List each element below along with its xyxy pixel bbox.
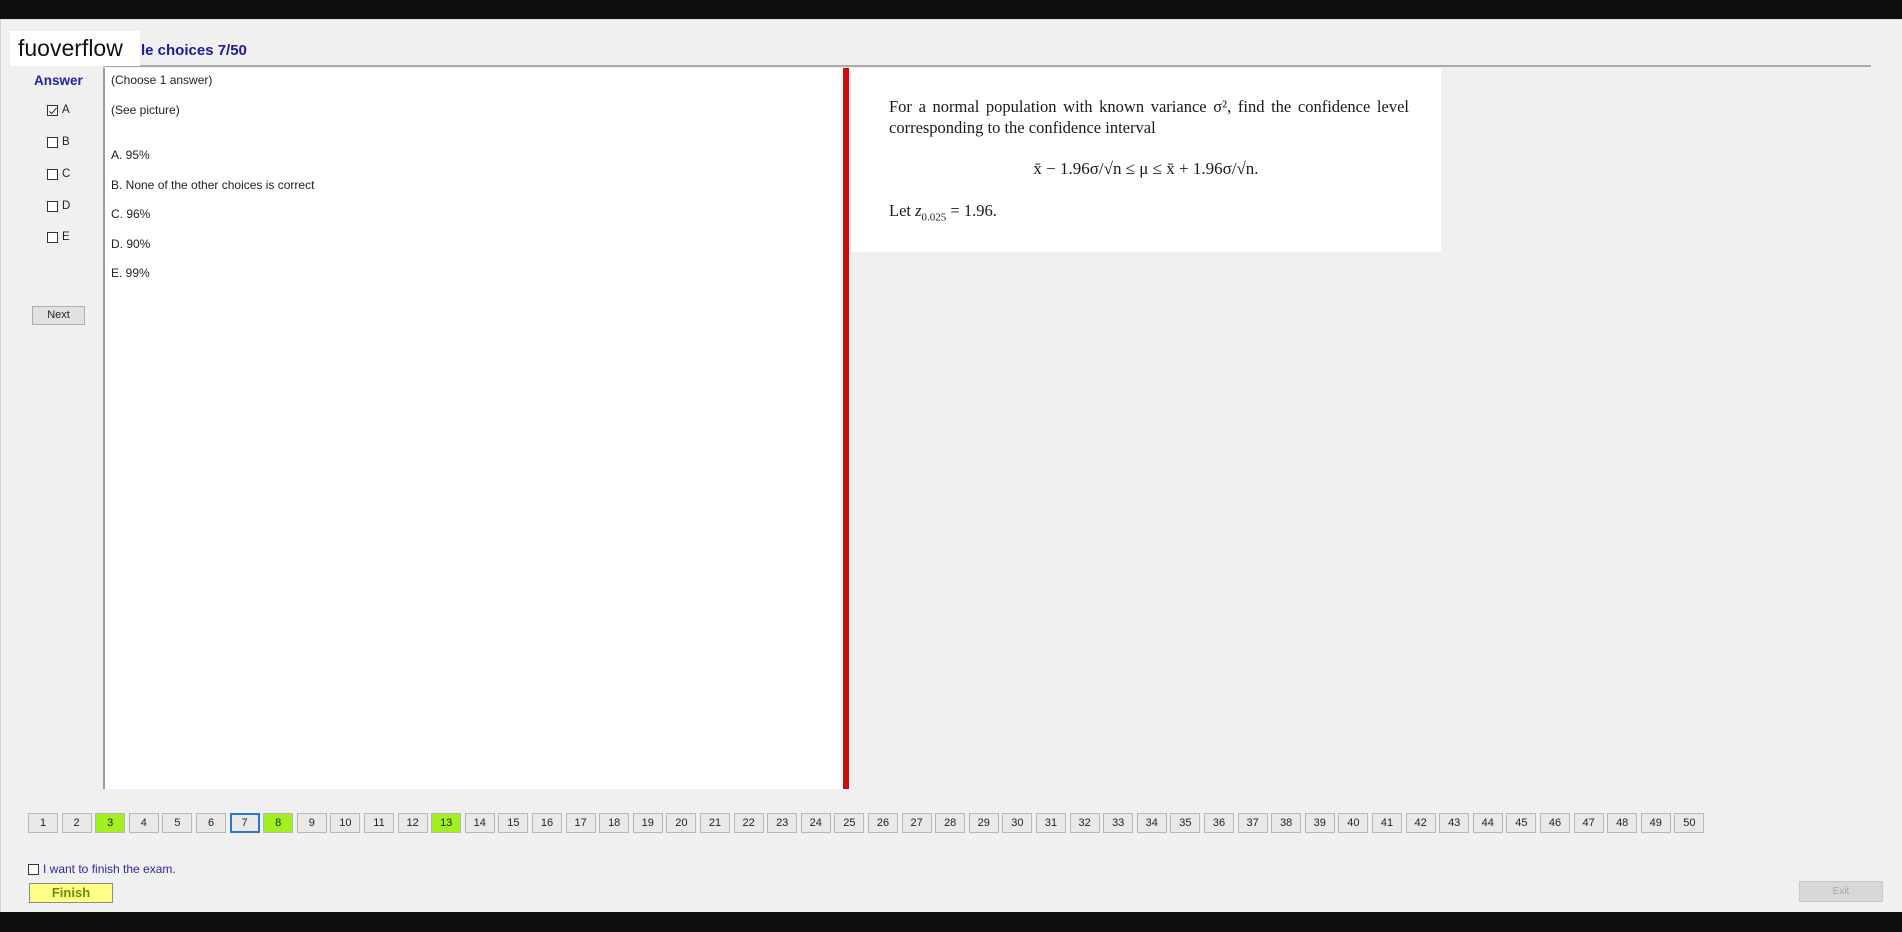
question-nav-button[interactable]: 50 bbox=[1674, 813, 1705, 833]
question-nav-button[interactable]: 36 bbox=[1204, 813, 1234, 833]
answer-option-e[interactable]: E bbox=[47, 229, 70, 245]
question-nav-button[interactable]: 24 bbox=[800, 813, 831, 833]
question-nav-button[interactable]: 21 bbox=[700, 813, 730, 833]
finish-checkbox-label: I want to finish the exam. bbox=[43, 862, 176, 876]
finish-checkbox-box[interactable] bbox=[28, 863, 39, 875]
checkbox-a[interactable] bbox=[47, 104, 58, 116]
question-nav-button[interactable]: 26 bbox=[868, 813, 898, 833]
question-nav-button[interactable]: 48 bbox=[1607, 813, 1638, 833]
question-nav-button[interactable]: 23 bbox=[767, 813, 798, 833]
question-nav-button[interactable]: 10 bbox=[330, 813, 361, 833]
answer-title: Answer bbox=[34, 73, 83, 88]
question-panel: (Choose 1 answer) (See picture) A. 95% B… bbox=[103, 68, 843, 789]
choice-d: D. 90% bbox=[111, 237, 151, 251]
next-button[interactable]: Next bbox=[32, 306, 85, 325]
finish-button[interactable]: Finish bbox=[29, 883, 113, 903]
question-nav-button[interactable]: 27 bbox=[901, 813, 932, 833]
picture-let-statement: Let z0.025 = 1.96. bbox=[889, 201, 997, 223]
panel-divider[interactable] bbox=[843, 68, 849, 789]
question-nav-button[interactable]: 5 bbox=[162, 813, 193, 833]
window-top-border bbox=[1, 19, 1902, 20]
question-nav-button[interactable]: 16 bbox=[532, 813, 562, 833]
question-nav-button[interactable]: 14 bbox=[464, 813, 495, 833]
question-nav-button[interactable]: 39 bbox=[1304, 813, 1335, 833]
question-picture: For a normal population with known varia… bbox=[851, 68, 1441, 252]
question-nav-button[interactable]: 28 bbox=[935, 813, 966, 833]
question-nav-button[interactable]: 18 bbox=[599, 813, 630, 833]
let-value: = 1.96. bbox=[946, 201, 997, 220]
checkbox-e[interactable] bbox=[47, 231, 58, 243]
question-nav-button[interactable]: 30 bbox=[1002, 813, 1033, 833]
answer-option-d[interactable]: D bbox=[47, 198, 70, 214]
question-nav-button[interactable]: 22 bbox=[733, 813, 764, 833]
question-nav-button[interactable]: 1 bbox=[28, 813, 58, 833]
finish-exam-checkbox[interactable]: I want to finish the exam. bbox=[28, 862, 176, 876]
question-nav-button[interactable]: 20 bbox=[666, 813, 697, 833]
let-subscript: 0.025 bbox=[921, 211, 947, 224]
checkbox-b[interactable] bbox=[47, 136, 58, 148]
choice-a: A. 95% bbox=[111, 148, 150, 162]
question-nav-button[interactable]: 15 bbox=[498, 813, 529, 833]
question-nav-button[interactable]: 19 bbox=[632, 813, 663, 833]
question-nav-button[interactable]: 45 bbox=[1506, 813, 1537, 833]
answer-option-label: E bbox=[62, 231, 70, 243]
exam-window: fuoverflow le choices 7/50 Answer A B C … bbox=[0, 19, 1902, 912]
let-prefix: Let bbox=[889, 201, 911, 220]
question-nav-button[interactable]: 33 bbox=[1103, 813, 1134, 833]
question-nav-button[interactable]: 44 bbox=[1472, 813, 1503, 833]
answer-option-label: D bbox=[62, 200, 71, 212]
question-nav-button[interactable]: 46 bbox=[1540, 813, 1570, 833]
checkbox-c[interactable] bbox=[47, 168, 58, 180]
checkbox-d[interactable] bbox=[47, 200, 58, 212]
question-nav-button[interactable]: 3 bbox=[95, 813, 126, 833]
answer-column: Answer A B C D E Next bbox=[31, 70, 101, 800]
question-nav-button[interactable]: 11 bbox=[364, 813, 394, 833]
choice-c: C. 96% bbox=[111, 207, 151, 221]
question-nav-button[interactable]: 34 bbox=[1136, 813, 1167, 833]
answer-option-c[interactable]: C bbox=[47, 166, 70, 182]
question-nav-button[interactable]: 47 bbox=[1573, 813, 1604, 833]
answer-option-a[interactable]: A bbox=[47, 102, 70, 118]
question-instruction: (Choose 1 answer) bbox=[111, 73, 213, 87]
question-nav-button[interactable]: 2 bbox=[61, 813, 92, 833]
picture-formula: x̄ − 1.96σ/√n ≤ μ ≤ x̄ + 1.96σ/√n. bbox=[1033, 159, 1259, 178]
question-nav-button[interactable]: 7 bbox=[229, 813, 260, 833]
exit-button[interactable]: Exit bbox=[1799, 881, 1883, 902]
question-nav-button[interactable]: 25 bbox=[834, 813, 865, 833]
question-nav-button[interactable]: 9 bbox=[296, 813, 327, 833]
question-nav-button[interactable]: 35 bbox=[1170, 813, 1201, 833]
question-see-picture: (See picture) bbox=[111, 103, 180, 117]
choice-b: B. None of the other choices is correct bbox=[111, 178, 315, 192]
question-nav-button[interactable]: 37 bbox=[1237, 813, 1268, 833]
choice-e: E. 99% bbox=[111, 266, 150, 280]
question-nav-button[interactable]: 38 bbox=[1271, 813, 1302, 833]
answer-option-label: B bbox=[62, 136, 70, 148]
question-nav-button[interactable]: 43 bbox=[1439, 813, 1470, 833]
question-nav-button[interactable]: 41 bbox=[1372, 813, 1402, 833]
answer-option-b[interactable]: B bbox=[47, 134, 70, 150]
question-nav-button[interactable]: 40 bbox=[1338, 813, 1369, 833]
question-nav-button[interactable]: 17 bbox=[565, 813, 596, 833]
question-nav-button[interactable]: 42 bbox=[1405, 813, 1436, 833]
picture-question-text: For a normal population with known varia… bbox=[889, 97, 1409, 137]
question-nav-button[interactable]: 8 bbox=[263, 813, 294, 833]
question-nav-button[interactable]: 49 bbox=[1640, 813, 1671, 833]
question-nav-button[interactable]: 4 bbox=[128, 813, 159, 833]
answer-option-label: A bbox=[62, 104, 70, 116]
section-title: le choices 7/50 bbox=[141, 42, 247, 59]
header-rule bbox=[103, 65, 1871, 67]
question-nav-button[interactable]: 12 bbox=[397, 813, 428, 833]
question-nav-button[interactable]: 29 bbox=[968, 813, 999, 833]
answer-option-label: C bbox=[62, 168, 71, 180]
question-nav-button[interactable]: 6 bbox=[196, 813, 226, 833]
brand-watermark: fuoverflow bbox=[10, 31, 140, 66]
question-nav-button[interactable]: 32 bbox=[1069, 813, 1100, 833]
question-nav-button[interactable]: 31 bbox=[1036, 813, 1066, 833]
question-nav-button[interactable]: 13 bbox=[431, 813, 462, 833]
